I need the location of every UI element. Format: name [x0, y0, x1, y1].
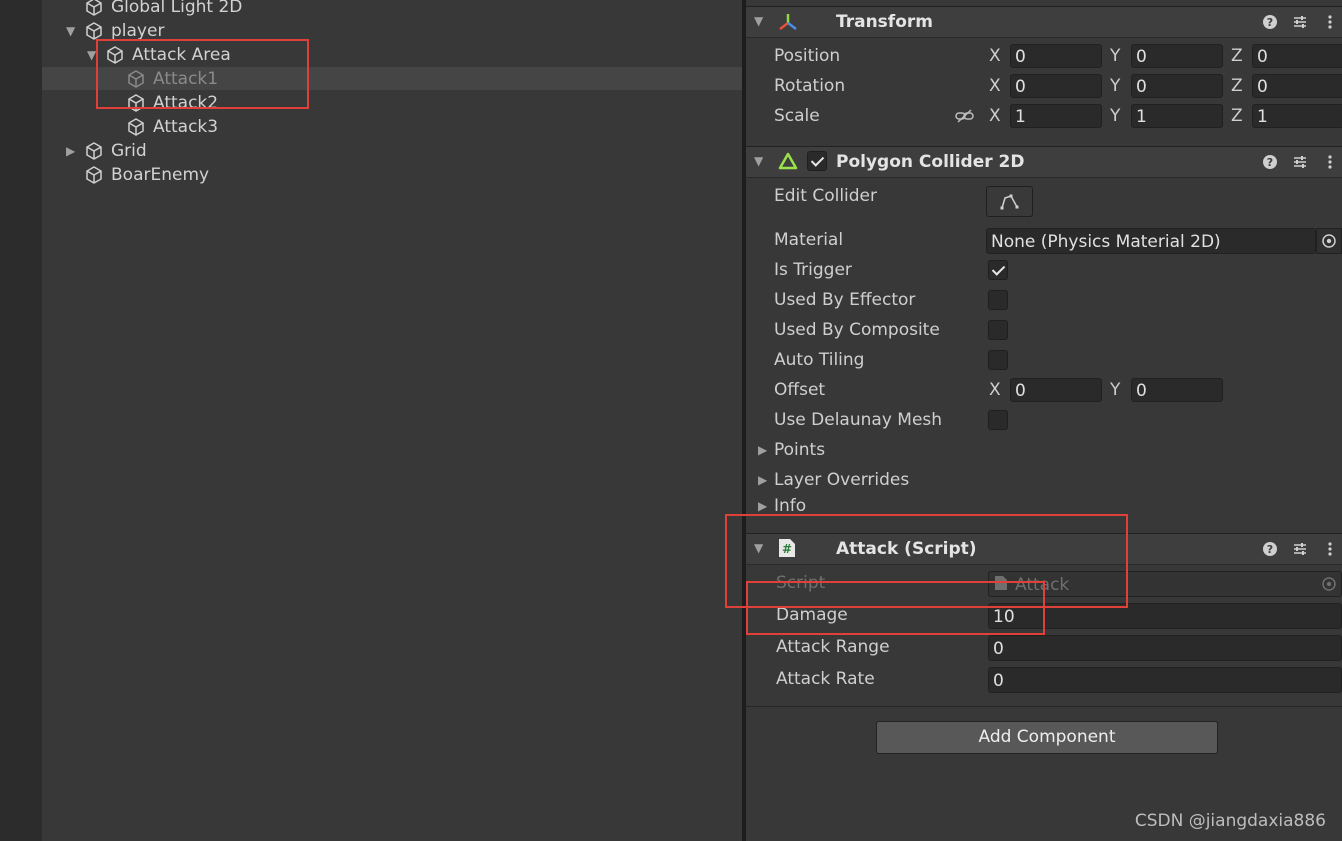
use-delaunay-mesh-checkbox[interactable] [988, 410, 1008, 430]
hierarchy-panel [42, 0, 742, 841]
axis-y-label[interactable]: Y [1110, 103, 1120, 129]
axis-z-label[interactable]: Z [1231, 73, 1243, 99]
used-by-effector-label: Used By Effector [774, 290, 916, 310]
gameobject-cube-icon [128, 118, 144, 136]
add-component-button[interactable]: Add Component [876, 721, 1218, 754]
rotation-y-field[interactable]: 0 [1131, 74, 1223, 98]
svg-text:?: ? [1267, 543, 1273, 556]
preset-icon[interactable] [1292, 154, 1308, 170]
axis-x-label[interactable]: X [989, 377, 1001, 403]
expand-arrow-icon[interactable]: ▼ [66, 19, 80, 43]
position-label: Position [774, 46, 841, 66]
points-foldout-arrow-icon[interactable]: ▶ [758, 443, 767, 457]
layer-overrides-foldout-arrow-icon[interactable]: ▶ [758, 473, 767, 487]
axis-x-label[interactable]: X [989, 43, 1001, 69]
offset-label: Offset [774, 380, 826, 400]
axis-y-label[interactable]: Y [1110, 73, 1120, 99]
hierarchy-item-label: Grid [111, 141, 147, 161]
transform-header[interactable]: ▼ Transform ? [746, 6, 1342, 38]
attack-rate-field[interactable]: 0 [988, 667, 1342, 693]
polygon-collider-header[interactable]: ▼ Polygon Collider 2D ? [746, 146, 1342, 178]
highlight-box-damage [746, 581, 1045, 635]
help-icon[interactable]: ? [1262, 154, 1278, 170]
fold-arrow-icon[interactable]: ▼ [754, 154, 763, 168]
kebab-menu-icon[interactable] [1322, 14, 1338, 30]
collapse-arrow-icon[interactable]: ▶ [66, 139, 80, 163]
rotation-label: Rotation [774, 76, 846, 96]
auto-tiling-checkbox[interactable] [988, 350, 1008, 370]
auto-tiling-label: Auto Tiling [774, 350, 865, 370]
axis-z-label[interactable]: Z [1231, 103, 1243, 129]
rotation-z-field[interactable]: 0 [1252, 74, 1342, 98]
edit-collider-label: Edit Collider [774, 186, 878, 206]
help-icon[interactable]: ? [1262, 14, 1278, 30]
axis-x-label[interactable]: X [989, 73, 1001, 99]
object-picker-icon [1322, 234, 1336, 248]
svg-text:?: ? [1267, 156, 1273, 169]
used-by-composite-checkbox[interactable] [988, 320, 1008, 340]
attack-rate-label: Attack Rate [776, 669, 875, 689]
scale-y-field[interactable]: 1 [1131, 104, 1223, 128]
is-trigger-checkbox[interactable] [988, 260, 1008, 280]
material-object-field[interactable]: None (Physics Material 2D) [986, 228, 1316, 254]
hierarchy-gutter [0, 0, 42, 841]
use-delaunay-mesh-label: Use Delaunay Mesh [774, 410, 943, 430]
component-title: Polygon Collider 2D [836, 152, 1025, 172]
scale-z-field[interactable]: 1 [1252, 104, 1342, 128]
section-divider [746, 706, 1342, 707]
watermark: CSDN @jiangdaxia886 [1134, 811, 1326, 831]
preset-icon[interactable] [1292, 14, 1308, 30]
layer-overrides-foldout[interactable]: Layer Overrides [774, 467, 909, 493]
help-icon[interactable]: ? [1262, 541, 1278, 557]
fold-arrow-icon[interactable]: ▼ [754, 14, 763, 28]
used-by-effector-checkbox[interactable] [988, 290, 1008, 310]
hierarchy-item-label: Attack3 [153, 117, 219, 137]
used-by-composite-label: Used By Composite [774, 320, 940, 340]
attack-range-label: Attack Range [776, 637, 890, 657]
position-y-field[interactable]: 0 [1131, 44, 1223, 68]
attack-range-field[interactable]: 0 [988, 635, 1342, 661]
info-foldout-arrow-icon[interactable]: ▶ [758, 499, 767, 513]
preset-icon[interactable] [1292, 541, 1308, 557]
axis-z-label[interactable]: Z [1231, 43, 1243, 69]
material-label: Material [774, 230, 844, 250]
constrain-proportions-icon[interactable] [955, 108, 975, 124]
object-picker-button[interactable] [1316, 228, 1342, 254]
position-x-field[interactable]: 0 [1010, 44, 1102, 68]
offset-x-field[interactable]: 0 [1010, 378, 1102, 402]
rotation-x-field[interactable]: 0 [1010, 74, 1102, 98]
gameobject-cube-icon [86, 166, 102, 184]
gameobject-cube-icon [86, 22, 102, 40]
component-enabled-checkbox[interactable] [807, 151, 827, 171]
component-title: Transform [836, 12, 933, 32]
points-foldout[interactable]: Points [774, 437, 825, 463]
gameobject-cube-icon [86, 142, 102, 160]
object-picker-icon [1322, 577, 1336, 591]
scale-x-field[interactable]: 1 [1010, 104, 1102, 128]
svg-text:?: ? [1267, 16, 1273, 29]
edit-collider-icon [1000, 194, 1019, 210]
is-trigger-label: Is Trigger [774, 260, 852, 280]
offset-y-field[interactable]: 0 [1131, 378, 1223, 402]
kebab-menu-icon[interactable] [1322, 154, 1338, 170]
edit-collider-button[interactable] [986, 186, 1033, 217]
axis-x-label[interactable]: X [989, 103, 1001, 129]
hierarchy-item-label: BoarEnemy [111, 165, 210, 185]
scale-label: Scale [774, 106, 820, 126]
polygon-collider-icon [778, 152, 798, 170]
axis-y-label[interactable]: Y [1110, 377, 1120, 403]
highlight-box-attack-area [96, 39, 309, 109]
position-z-field[interactable]: 0 [1252, 44, 1342, 68]
transform-icon [779, 14, 797, 30]
gameobject-cube-icon [86, 0, 102, 16]
axis-y-label[interactable]: Y [1110, 43, 1120, 69]
hierarchy-item-label: Global Light 2D [111, 0, 243, 17]
kebab-menu-icon[interactable] [1322, 541, 1338, 557]
